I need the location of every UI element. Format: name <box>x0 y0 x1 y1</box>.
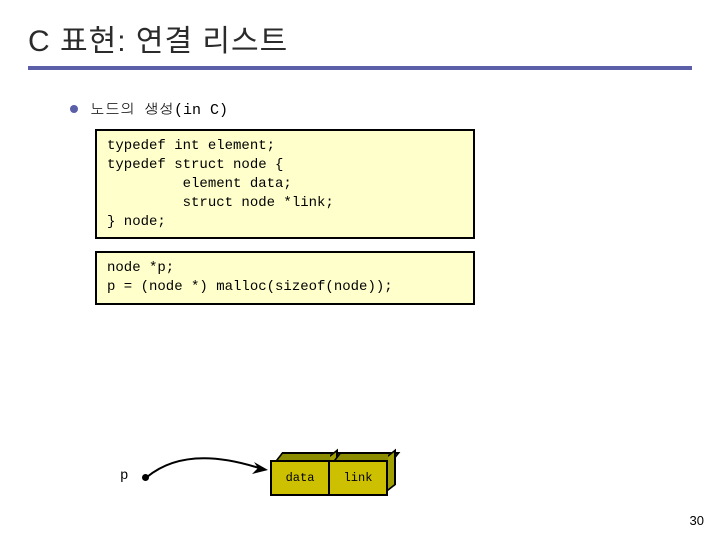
node-cell-data: data <box>270 460 330 496</box>
cell-front-face: link <box>328 460 388 496</box>
page-number: 30 <box>690 513 704 528</box>
subheading: 노드의 생성(in C) <box>70 98 720 119</box>
page-title: C 표현: 연결 리스트 <box>28 16 692 60</box>
slide-page: C 표현: 연결 리스트 노드의 생성(in C) typedef int el… <box>0 0 720 540</box>
pointer-label: p <box>120 468 128 484</box>
cell-label: link <box>344 471 373 485</box>
node-diagram: p data link <box>120 440 540 510</box>
bullet-icon <box>70 105 78 113</box>
cell-front-face: data <box>270 460 330 496</box>
code-block-malloc: node *p; p = (node *) malloc(sizeof(node… <box>95 251 475 305</box>
cell-side-face <box>388 449 396 491</box>
title-underline <box>28 66 692 70</box>
title-block: C 표현: 연결 리스트 <box>0 0 720 70</box>
node-box: data link <box>270 460 388 496</box>
node-cell-link: link <box>328 460 388 496</box>
cell-label: data <box>286 471 315 485</box>
subheading-text: 노드의 생성(in C) <box>90 98 228 119</box>
arrow-icon <box>142 444 282 494</box>
code-block-typedef: typedef int element; typedef struct node… <box>95 129 475 239</box>
